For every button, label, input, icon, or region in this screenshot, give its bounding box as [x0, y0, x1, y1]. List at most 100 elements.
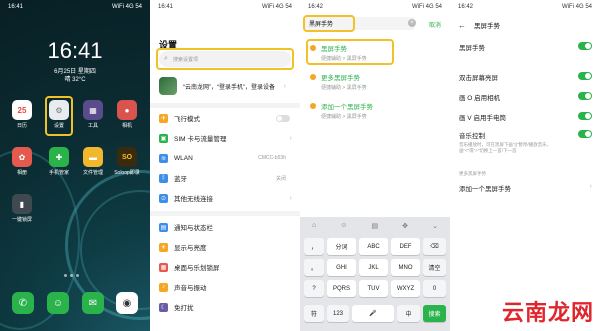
row-value: CMCC-b53h: [258, 155, 286, 161]
toolbar-toggle-icon[interactable]: ⌂: [312, 222, 316, 229]
hide-keyboard-icon[interactable]: ⌄: [432, 222, 438, 230]
gesture-row-double-tap[interactable]: 双击屏幕亮屏: [450, 72, 600, 82]
app-camera-red[interactable]: ● 相机: [114, 100, 140, 129]
soloop-icon: SO: [117, 147, 137, 167]
query-highlight: [303, 15, 355, 32]
search-result[interactable]: 更多黑屏手势 便捷辅助 > 黑屏手势: [310, 72, 440, 91]
back-arrow-icon[interactable]: ←: [458, 21, 466, 30]
key-comma[interactable]: ，: [304, 238, 324, 255]
status-icons: WiFi 4G 54: [261, 4, 292, 10]
messages-icon[interactable]: ✉: [82, 292, 104, 314]
key-abc[interactable]: ABC: [359, 238, 388, 255]
row-label: 画 O 启用相机: [459, 95, 501, 102]
draw-v-toggle[interactable]: [578, 112, 592, 120]
app-label: 相册: [16, 170, 27, 176]
key-ghi[interactable]: GHI: [327, 259, 356, 276]
settings-row-bluetooth[interactable]: ᛒ 蓝牙 关闭: [150, 168, 300, 188]
key-tuv[interactable]: TUV: [359, 280, 388, 297]
settings-row-sound[interactable]: ♪ 声音与振动: [150, 277, 300, 297]
settings-panel: 16:41 WiFi 4G 54 设置 ⌕ 搜索设置项 “云南龙网”，“登录手机…: [150, 0, 300, 331]
search-submit-button[interactable]: 搜索: [423, 305, 446, 322]
app-label: 相机: [121, 123, 132, 129]
airplane-toggle[interactable]: [276, 114, 290, 122]
row-label: 免打扰: [174, 305, 194, 312]
notification-icon: ▤: [159, 222, 168, 232]
settings-row-other-wireless[interactable]: ⊙ 其他无线连接 ›: [150, 188, 300, 208]
key-123[interactable]: 123: [327, 305, 349, 322]
status-bar: 16:41 WiFi 4G 54: [150, 0, 300, 14]
key-jkl[interactable]: JKL: [359, 259, 388, 276]
desktop-icon: ▦: [159, 262, 168, 272]
key-mno[interactable]: MNO: [391, 259, 420, 276]
account-text: “云南龙网”，“登录手机”，登录设备: [183, 82, 275, 91]
app-label: 日历: [16, 123, 27, 129]
result-title: 添加一个黑屏手势: [321, 104, 373, 111]
key-def[interactable]: DEF: [391, 238, 420, 255]
settings-row-wlan[interactable]: ≋ WLAN CMCC-b53h: [150, 148, 300, 168]
account-card[interactable]: “云南龙网”，“登录手机”，登录设备 ›: [159, 73, 294, 99]
search-panel: 16:42 WiFi 4G 54 黑屏手势 × 取消 黑屏手势 便捷辅助 > 黑…: [300, 0, 450, 331]
clear-icon[interactable]: ×: [408, 19, 416, 27]
settings-row-dnd[interactable]: ☾ 免打扰: [150, 297, 300, 317]
camera-icon[interactable]: ◉: [116, 292, 138, 314]
watermark-logo: 云南龙网: [501, 301, 594, 326]
cursor-icon[interactable]: ✥: [402, 222, 408, 230]
weather-text: 晴 32°C: [64, 77, 86, 83]
cancel-button[interactable]: 取消: [429, 20, 441, 29]
settings-row-sim[interactable]: ▣ SIM 卡与流量管理 ›: [150, 128, 300, 148]
backspace-icon[interactable]: ⌫: [423, 238, 446, 255]
wifi-icon: ≋: [159, 153, 168, 163]
status-icons: WiFi 4G 54: [411, 4, 442, 10]
gesture-main-toggle[interactable]: [578, 42, 592, 50]
key-fenci[interactable]: 分词: [327, 238, 356, 255]
search-result[interactable]: 添加一个黑屏手势 便捷辅助 > 黑屏手势: [310, 101, 440, 120]
key-symbols[interactable]: 符: [304, 305, 324, 322]
add-gesture-row[interactable]: 添加一个黑屏手势 ›: [450, 183, 600, 193]
gesture-row-draw-v[interactable]: 画 V 启用手电筒: [450, 112, 600, 122]
app-phone-manager[interactable]: ✚ 手机管家: [46, 147, 72, 176]
page-title: 黑屏手势: [474, 23, 500, 30]
key-period[interactable]: 。: [304, 259, 324, 276]
emoji-icon[interactable]: ☺: [340, 222, 347, 229]
gesture-row-draw-o[interactable]: 画 O 启用相机: [450, 92, 600, 102]
app-calendar[interactable]: 25 日历: [9, 100, 35, 129]
app-file-manager[interactable]: ▬ 文件管理: [80, 147, 106, 176]
clipboard-icon[interactable]: ▤: [372, 222, 379, 230]
settings-row-display[interactable]: ☀ 显示与亮度: [150, 237, 300, 257]
chevron-right-icon: ›: [289, 194, 292, 202]
app-one-key-lock[interactable]: ▮ 一键锁屏: [9, 194, 35, 223]
row-label: 桌面与乐划锁屏: [174, 265, 220, 272]
gesture-main-row[interactable]: 黑屏手势: [450, 42, 600, 52]
chevron-right-icon: ›: [589, 183, 592, 190]
status-time: 16:41: [8, 4, 24, 10]
app-label: Soloop即录: [114, 170, 140, 176]
settings-row-notifications[interactable]: ▤ 通知与状态栏: [150, 217, 300, 237]
key-question[interactable]: ?: [304, 280, 324, 297]
music-toggle[interactable]: [578, 130, 592, 138]
app-gallery[interactable]: ✿ 相册: [9, 147, 35, 176]
clock-widget[interactable]: 16:41: [0, 38, 150, 64]
settings-row-desktop[interactable]: ▦ 桌面与乐划锁屏: [150, 257, 300, 277]
gesture-row-music[interactable]: 音乐控制 音乐播放时，可在黑屏下画“||”暂停/播放音乐，画“<”或“>”切换上…: [450, 130, 600, 154]
chevron-right-icon: ›: [289, 134, 292, 142]
key-zero[interactable]: 0: [423, 280, 446, 297]
app-tools-folder[interactable]: ▦ 工具: [80, 100, 106, 129]
app-soloop[interactable]: SO Soloop即录: [114, 147, 140, 176]
result-path: 便捷辅助 > 黑屏手势: [321, 85, 367, 91]
microphone-icon[interactable]: 🎤: [352, 305, 394, 322]
settings-row-airplane[interactable]: ✈ 飞行模式: [150, 108, 300, 128]
key-wxyz[interactable]: WXYZ: [391, 280, 420, 297]
row-label: 画 V 启用手电筒: [459, 115, 506, 122]
status-time: 16:42: [458, 4, 474, 10]
account-name: “云南龙网”，“登录手机”，登录设备: [183, 84, 275, 91]
key-clear[interactable]: 清空: [423, 259, 446, 276]
contacts-icon[interactable]: ☺: [47, 292, 69, 314]
sim-icon: ▣: [159, 133, 168, 143]
row-label: 添加一个黑屏手势: [459, 186, 511, 193]
key-chinese[interactable]: 中: [397, 305, 420, 322]
key-pqrs[interactable]: PQRS: [327, 280, 356, 297]
double-tap-toggle[interactable]: [578, 72, 592, 80]
phone-icon[interactable]: ✆: [12, 292, 34, 314]
draw-o-toggle[interactable]: [578, 92, 592, 100]
row-label: 通知与状态栏: [174, 225, 213, 232]
